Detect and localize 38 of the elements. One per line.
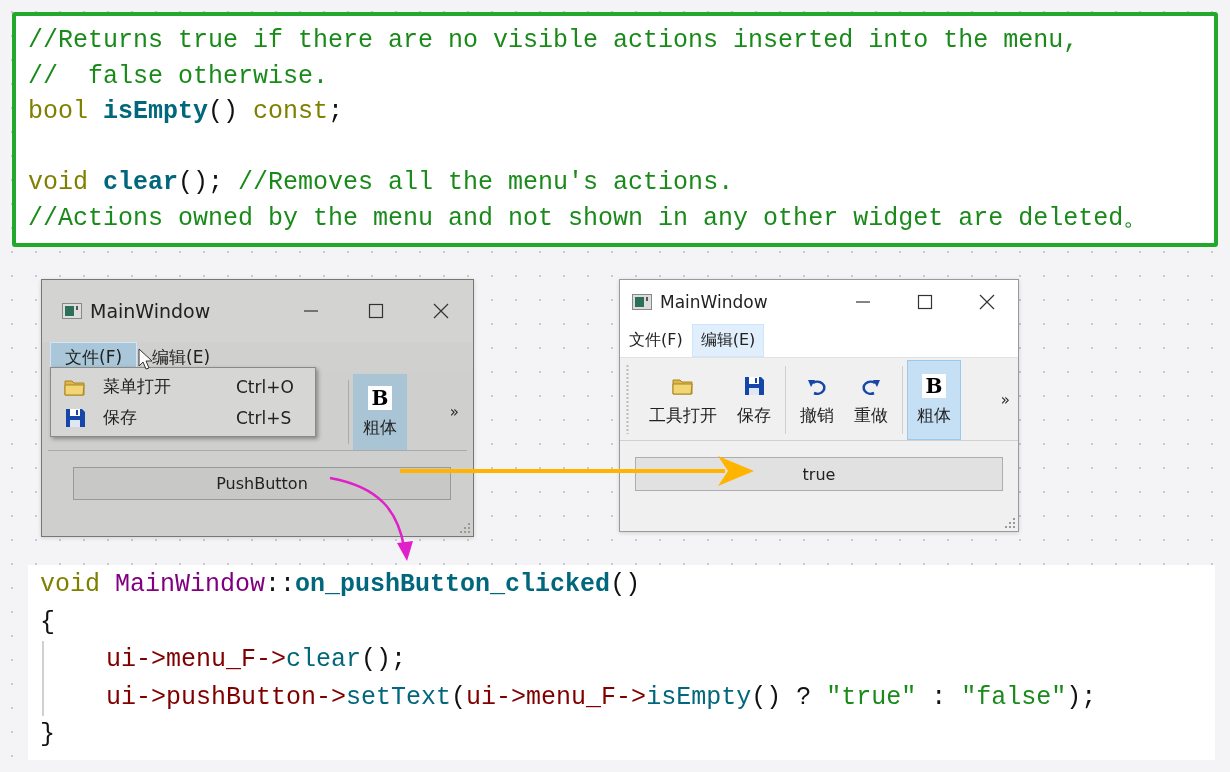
push-button[interactable]: true bbox=[635, 457, 1003, 491]
code-line: bool isEmpty() const; bbox=[28, 96, 345, 128]
code-line: void clear(); //Removes all the menu's actions. bbox=[28, 167, 735, 199]
code-line: ui->pushButton->setText(ui->menu_F->isEmpty() ? "true" : "false"); bbox=[42, 678, 1215, 716]
size-grip-icon[interactable] bbox=[460, 523, 470, 533]
menu-item[interactable]: 编辑(E) bbox=[691, 324, 765, 357]
code-line: //Actions owned by the menu and not shown in any other widget are deleted。 bbox=[28, 202, 1150, 235]
bold-icon: B bbox=[368, 385, 392, 410]
close-icon[interactable] bbox=[979, 294, 995, 310]
push-button[interactable]: PushButton bbox=[73, 467, 451, 500]
close-icon[interactable] bbox=[432, 303, 449, 319]
dropdown-menu-item[interactable]: 保存 Ctrl+S bbox=[51, 402, 315, 433]
window-title: MainWindow bbox=[90, 300, 212, 322]
code-line: } bbox=[40, 719, 56, 751]
mouse-cursor-icon bbox=[138, 348, 152, 370]
app-icon bbox=[62, 303, 82, 319]
window-title: MainWindow bbox=[660, 292, 769, 312]
bold-icon: B bbox=[922, 373, 946, 398]
toolbar-button[interactable]: B 粗体 bbox=[353, 374, 407, 450]
size-grip-icon[interactable] bbox=[1005, 518, 1015, 528]
toolbar-button[interactable]: 重做 bbox=[844, 360, 898, 440]
toolbar-overflow-button[interactable]: » bbox=[441, 403, 467, 421]
toolbar-button[interactable]: 撤销 bbox=[790, 360, 844, 440]
toolbar-button[interactable]: B 粗体 bbox=[907, 360, 961, 440]
code-line: // false otherwise. bbox=[28, 60, 330, 93]
menu-item[interactable]: 文件(F) bbox=[620, 324, 692, 357]
code-line: ui->menu_F->clear(); bbox=[42, 641, 1215, 679]
maximize-icon[interactable] bbox=[367, 303, 384, 319]
code-line: { bbox=[40, 606, 56, 639]
dropdown-menu-item[interactable]: 菜单打开 Ctrl+O bbox=[51, 371, 315, 402]
code-line: void MainWindow::on_pushButton_clicked() bbox=[40, 569, 642, 601]
toolbar-overflow-button[interactable]: » bbox=[992, 391, 1018, 409]
toolbar-button[interactable]: 保存 bbox=[727, 360, 781, 440]
toolbar-button[interactable]: 工具打开 bbox=[639, 360, 727, 440]
maximize-icon[interactable] bbox=[917, 294, 933, 310]
toolbar-grip[interactable] bbox=[626, 364, 629, 434]
code-line: //Returns true if there are no visible actions inserted into the menu, bbox=[28, 25, 1080, 57]
app-icon bbox=[632, 294, 652, 310]
